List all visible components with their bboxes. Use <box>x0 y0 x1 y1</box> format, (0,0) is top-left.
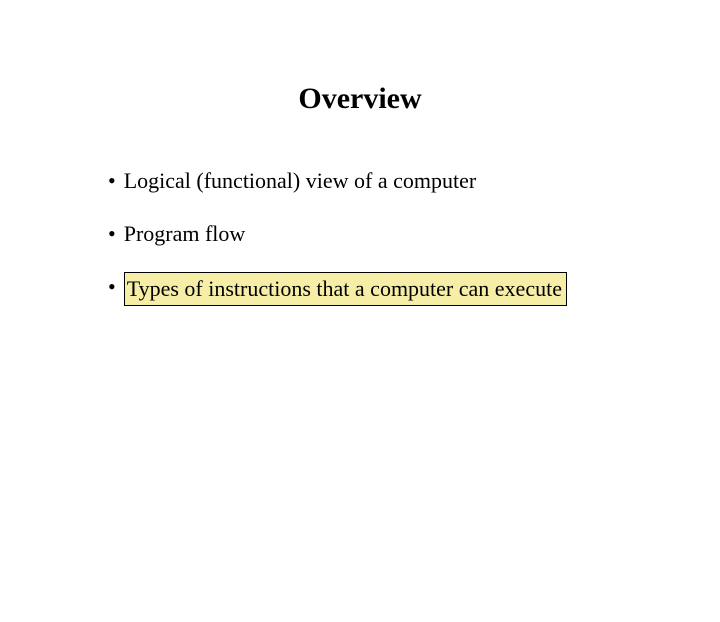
slide: Overview • Logical (functional) view of … <box>0 82 720 622</box>
bullet-item: • Program flow <box>108 219 720 250</box>
bullet-item: • Types of instructions that a computer … <box>108 272 720 307</box>
bullet-marker: • <box>108 219 116 250</box>
bullet-text-highlighted: Types of instructions that a computer ca… <box>124 272 567 307</box>
bullet-list: • Logical (functional) view of a compute… <box>108 166 720 306</box>
bullet-marker: • <box>108 166 116 197</box>
bullet-text: Logical (functional) view of a computer <box>124 166 476 197</box>
bullet-marker: • <box>108 272 116 303</box>
slide-title: Overview <box>0 82 720 116</box>
bullet-item: • Logical (functional) view of a compute… <box>108 166 720 197</box>
bullet-text: Program flow <box>124 219 246 250</box>
